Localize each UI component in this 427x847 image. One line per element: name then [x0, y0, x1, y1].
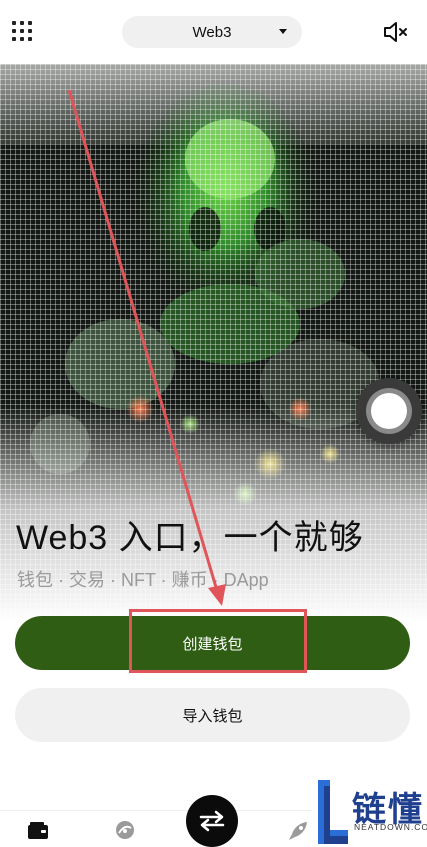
market-icon[interactable] [115, 820, 135, 840]
speaker-muted-icon[interactable] [383, 20, 409, 44]
network-selector-label: Web3 [192, 23, 232, 41]
caret-down-icon [279, 29, 287, 34]
annotation-highlight-box [129, 609, 307, 673]
floating-button-core [371, 393, 407, 429]
swap-icon[interactable] [186, 795, 238, 847]
grid-menu-icon[interactable] [12, 21, 34, 43]
hero-title: Web3 入口，一个就够 [16, 519, 364, 557]
import-wallet-button[interactable]: 导入钱包 [15, 688, 410, 742]
network-selector[interactable]: Web3 [122, 16, 302, 48]
watermark-subtitle: NEATDOWN.COM [354, 822, 427, 832]
wallet-icon[interactable] [27, 822, 49, 840]
discover-rocket-icon[interactable] [287, 820, 309, 842]
swap-arrows-glyph [199, 810, 225, 832]
top-bar: Web3 [0, 0, 427, 64]
hero-subtitle: 钱包 · 交易 · NFT · 赚币 · DApp [17, 570, 269, 590]
watermark-logo: 链懂 NEATDOWN.COM [312, 776, 427, 847]
watermark-l-glyph [318, 780, 348, 844]
floating-assistive-button[interactable] [356, 378, 422, 444]
